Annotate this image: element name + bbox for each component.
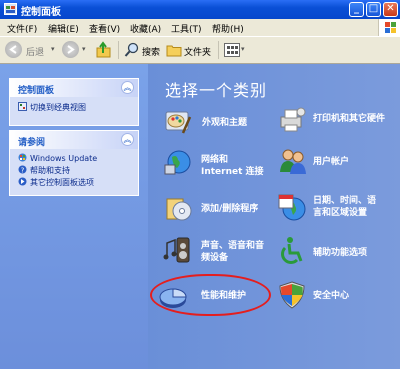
menu-favorites[interactable]: 收藏(A) bbox=[130, 22, 161, 35]
folders-label: 文件夹 bbox=[184, 48, 212, 58]
category-label: 网络和 bbox=[201, 155, 229, 165]
help-support-label: 帮助和支持 bbox=[30, 166, 70, 175]
minimize-button[interactable]: _ bbox=[349, 2, 364, 17]
category-label: 言和区域设置 bbox=[313, 208, 368, 218]
maximize-button[interactable]: □ bbox=[366, 2, 381, 17]
views-grid-icon bbox=[224, 43, 240, 57]
control-panel-box-title: 控制面板 bbox=[18, 86, 55, 96]
category-user-accounts[interactable]: 用户帐户 bbox=[313, 156, 349, 168]
up-folder-button[interactable] bbox=[96, 41, 112, 59]
category-accessibility[interactable]: 辅助功能选项 bbox=[313, 247, 367, 259]
menu-help[interactable]: 帮助(H) bbox=[212, 22, 244, 35]
category-printers-hardware[interactable]: 打印机和其它硬件 bbox=[313, 113, 385, 125]
add-remove-programs-icon[interactable] bbox=[163, 193, 193, 223]
menu-tools[interactable]: 工具(T) bbox=[171, 22, 202, 35]
toolbar-separator bbox=[118, 41, 119, 59]
help-icon: ? bbox=[18, 165, 27, 174]
category-label: 频设备 bbox=[201, 253, 229, 263]
category-security-center[interactable]: 安全中心 bbox=[313, 290, 349, 302]
appearance-themes-icon[interactable] bbox=[163, 107, 193, 137]
category-appearance-themes[interactable]: 外观和主题 bbox=[202, 117, 247, 129]
category-label: 用户帐户 bbox=[313, 157, 350, 167]
category-label: 打印机和其它硬件 bbox=[313, 114, 386, 124]
back-arrow-icon bbox=[5, 41, 22, 58]
pick-category-heading: 选择一个类别 bbox=[165, 81, 268, 100]
search-button[interactable]: 搜索 bbox=[124, 41, 160, 59]
control-panel-box-header[interactable]: 控制面板 ︽ bbox=[10, 79, 138, 97]
control-panel-window: 控制面板 _ □ ✕ 文件(F) 编辑(E) 查看(V) 收藏(A) 工具(T)… bbox=[0, 0, 400, 369]
forward-arrow-icon bbox=[62, 41, 79, 58]
svg-text:?: ? bbox=[21, 166, 25, 174]
see-also-box-header[interactable]: 请参阅 ︽ bbox=[10, 131, 138, 149]
window-title: 控制面板 bbox=[21, 7, 61, 18]
network-internet-icon[interactable] bbox=[163, 148, 193, 178]
control-panel-box: 控制面板 ︽ 切换到经典视图 bbox=[9, 78, 139, 126]
category-label: 日期、时间、语 bbox=[313, 196, 377, 206]
folders-icon bbox=[166, 45, 182, 57]
category-label: 声音、语音和音 bbox=[201, 241, 265, 251]
date-time-language-icon[interactable] bbox=[277, 192, 307, 222]
back-button[interactable]: 后退 ▾ bbox=[5, 41, 55, 59]
classic-view-icon bbox=[18, 102, 27, 111]
sounds-audio-icon[interactable] bbox=[163, 235, 193, 265]
search-label: 搜索 bbox=[142, 48, 161, 58]
back-dropdown-icon: ▾ bbox=[51, 45, 55, 53]
category-sounds-audio[interactable]: 声音、语音和音 频设备 bbox=[201, 240, 264, 264]
accessibility-icon[interactable] bbox=[277, 235, 307, 265]
back-label: 后退 bbox=[26, 48, 45, 58]
views-button[interactable]: ▾ bbox=[224, 41, 246, 59]
user-accounts-icon[interactable] bbox=[277, 146, 307, 176]
category-label: 添加/删除程序 bbox=[201, 204, 259, 214]
other-options-link[interactable]: 其它控制面板选项 bbox=[18, 177, 94, 188]
menu-view[interactable]: 查看(V) bbox=[89, 22, 120, 35]
collapse-chevron-icon[interactable]: ︽ bbox=[121, 133, 134, 146]
windows-logo bbox=[378, 19, 400, 36]
category-add-remove-programs[interactable]: 添加/删除程序 bbox=[201, 203, 258, 215]
forward-button[interactable]: ▾ bbox=[62, 41, 86, 59]
see-also-box-title: 请参阅 bbox=[18, 138, 46, 148]
category-network-internet[interactable]: 网络和 Internet 连接 bbox=[201, 154, 264, 178]
views-dropdown-icon: ▾ bbox=[241, 45, 245, 53]
switch-classic-view-label: 切换到经典视图 bbox=[30, 103, 86, 112]
toolbar: 后退 ▾ ▾ 搜索 文件夹 ▾ bbox=[0, 37, 400, 64]
toolbar-separator bbox=[218, 41, 219, 59]
title-bar[interactable]: 控制面板 _ □ ✕ bbox=[0, 0, 400, 19]
category-label: 外观和主题 bbox=[202, 118, 248, 128]
security-center-icon[interactable] bbox=[277, 280, 307, 310]
see-also-box: 请参阅 ︽ Windows Update ? 帮助和支持 其它控制面板选项 bbox=[9, 130, 139, 196]
windows-update-link[interactable]: Windows Update bbox=[18, 153, 97, 163]
category-label: Internet 连接 bbox=[201, 167, 264, 177]
control-panel-icon bbox=[4, 3, 17, 15]
task-pane: 控制面板 ︽ 切换到经典视图 请参阅 ︽ Windows Update ? 帮助… bbox=[0, 64, 148, 369]
switch-classic-view-link[interactable]: 切换到经典视图 bbox=[18, 102, 86, 113]
close-button[interactable]: ✕ bbox=[383, 2, 398, 17]
category-label: 辅助功能选项 bbox=[313, 248, 368, 258]
menu-edit[interactable]: 编辑(E) bbox=[48, 22, 79, 35]
windows-update-label: Windows Update bbox=[30, 154, 98, 163]
menu-file[interactable]: 文件(F) bbox=[7, 22, 37, 35]
other-options-icon bbox=[18, 177, 27, 186]
folders-button[interactable]: 文件夹 bbox=[166, 41, 214, 59]
forward-dropdown-icon: ▾ bbox=[82, 45, 86, 53]
category-label: 安全中心 bbox=[313, 291, 350, 301]
highlight-ellipse bbox=[150, 274, 271, 316]
printers-hardware-icon[interactable] bbox=[277, 105, 307, 135]
menu-bar: 文件(F) 编辑(E) 查看(V) 收藏(A) 工具(T) 帮助(H) bbox=[0, 19, 400, 37]
help-support-link[interactable]: ? 帮助和支持 bbox=[18, 165, 70, 176]
other-options-label: 其它控制面板选项 bbox=[30, 178, 94, 187]
search-icon bbox=[124, 42, 139, 57]
up-folder-icon bbox=[96, 41, 111, 58]
windows-update-icon bbox=[18, 153, 27, 162]
windows-flag-icon bbox=[385, 22, 396, 33]
collapse-chevron-icon[interactable]: ︽ bbox=[121, 81, 134, 94]
category-date-time-language[interactable]: 日期、时间、语 言和区域设置 bbox=[313, 195, 376, 219]
